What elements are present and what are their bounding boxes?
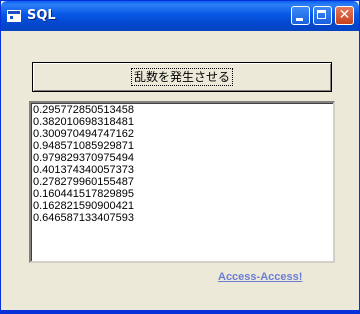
close-button[interactable]: ✕ <box>335 6 354 25</box>
list-item[interactable]: 0.382010698318481 <box>33 116 331 128</box>
random-number-listbox[interactable]: 0.295772850513458 0.382010698318481 0.30… <box>29 101 335 263</box>
list-item[interactable]: 0.278279960155487 <box>33 176 331 188</box>
window-title: SQL <box>27 8 56 23</box>
close-icon: ✕ <box>338 7 351 23</box>
list-item[interactable]: 0.162821590900421 <box>33 200 331 212</box>
app-window-icon[interactable] <box>7 10 21 22</box>
maximize-icon <box>317 10 326 19</box>
list-item[interactable]: 0.948571085929871 <box>33 140 331 152</box>
access-link[interactable]: Access-Access! <box>218 271 302 283</box>
title-bar[interactable]: SQL ✕ <box>1 1 359 31</box>
list-item[interactable]: 0.300970494747162 <box>33 128 331 140</box>
minimize-icon <box>296 18 303 21</box>
generate-random-button-label: 乱数を発生させる <box>130 68 234 86</box>
window-bottom-border <box>1 310 359 313</box>
generate-random-button[interactable]: 乱数を発生させる <box>32 62 332 92</box>
app-window: SQL ✕ 乱数を発生させる 0.295772850513458 0.38201… <box>0 0 360 314</box>
list-item[interactable]: 0.979829370975494 <box>33 152 331 164</box>
minimize-button[interactable] <box>291 6 310 25</box>
list-item[interactable]: 0.401374340057373 <box>33 164 331 176</box>
list-item[interactable]: 0.295772850513458 <box>33 104 331 116</box>
list-item[interactable]: 0.646587133407593 <box>33 212 331 224</box>
list-item[interactable]: 0.160441517829895 <box>33 188 331 200</box>
maximize-button[interactable] <box>313 6 332 25</box>
